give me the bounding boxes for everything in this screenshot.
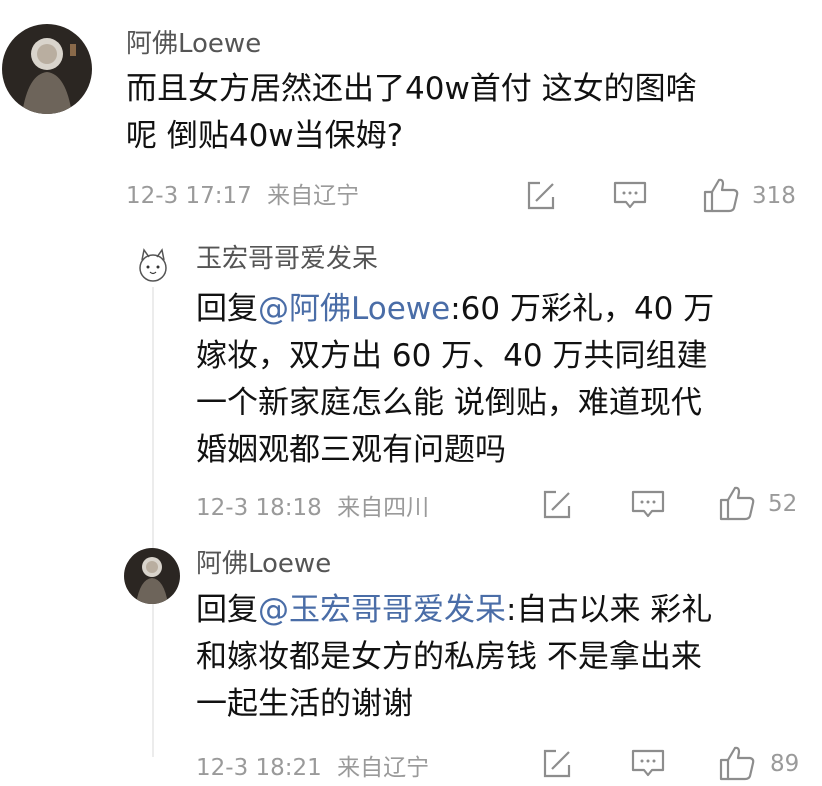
like-count: 318	[752, 183, 796, 209]
comment-author[interactable]: 阿佛Loewe	[126, 28, 261, 60]
comment-icon[interactable]	[630, 489, 666, 521]
comment-line: 嫁妆，双方出 60 万、40 万共同组建	[196, 338, 708, 374]
comment-line: 和嫁妆都是女方的私房钱 不是拿出来	[196, 639, 702, 675]
share-icon[interactable]	[540, 488, 574, 522]
reply-text: :自古以来 彩礼	[506, 592, 713, 628]
timestamp: 12-3 18:18	[196, 495, 322, 521]
like-count: 89	[770, 751, 800, 777]
comment-text: 而且女方居然还出了40w首付 这女的图啥 呢 倒贴40w当保姆?	[126, 66, 806, 160]
comment-line: 回复@玉宏哥哥爱发呆:自古以来 彩礼	[196, 587, 806, 634]
avatar[interactable]	[2, 24, 92, 114]
comment-meta: 12-3 18:18 来自四川	[196, 493, 429, 523]
thumbs-up-icon[interactable]	[702, 176, 740, 214]
reply-text: :60 万彩礼，40 万	[450, 291, 715, 327]
share-icon[interactable]	[540, 747, 574, 781]
comment-line: 婚姻观都三观有问题吗	[196, 432, 506, 468]
comment-text: 回复@玉宏哥哥爱发呆:自古以来 彩礼 和嫁妆都是女方的私房钱 不是拿出来 一起生…	[196, 587, 806, 728]
comment-line: 回复@阿佛Loewe:60 万彩礼，40 万	[196, 286, 806, 333]
timestamp: 12-3 17:17	[126, 183, 252, 209]
thumbs-up-icon[interactable]	[718, 484, 756, 522]
avatar[interactable]	[124, 548, 180, 604]
comment-author[interactable]: 玉宏哥哥爱发呆	[196, 243, 378, 275]
share-icon[interactable]	[524, 179, 558, 213]
like-count: 52	[768, 491, 798, 517]
comment-icon[interactable]	[612, 180, 648, 212]
comment-text: 回复@阿佛Loewe:60 万彩礼，40 万 嫁妆，双方出 60 万、40 万共…	[196, 286, 806, 474]
reply-prefix: 回复	[196, 592, 258, 628]
location: 来自辽宁	[337, 755, 430, 781]
mention-link[interactable]: @玉宏哥哥爱发呆	[258, 592, 506, 628]
timestamp: 12-3 18:21	[196, 755, 322, 781]
comment-line: 一起生活的谢谢	[196, 686, 413, 722]
comment-meta: 12-3 18:21 来自辽宁	[196, 753, 429, 783]
comment-line: 而且女方居然还出了40w首付 这女的图啥	[126, 71, 697, 107]
location: 来自四川	[337, 495, 430, 521]
comment-meta: 12-3 17:17 来自辽宁	[126, 181, 359, 211]
reply-prefix: 回复	[196, 291, 258, 327]
comment-line: 呢 倒贴40w当保姆?	[126, 118, 404, 154]
mention-link[interactable]: @阿佛Loewe	[258, 291, 450, 327]
reply-thread-line	[152, 287, 154, 757]
comment-icon[interactable]	[630, 748, 666, 780]
avatar[interactable]	[130, 240, 176, 286]
comment-line: 一个新家庭怎么能 说倒贴，难道现代	[196, 385, 702, 421]
location: 来自辽宁	[267, 183, 360, 209]
comment-author[interactable]: 阿佛Loewe	[196, 548, 331, 580]
thumbs-up-icon[interactable]	[718, 744, 756, 782]
